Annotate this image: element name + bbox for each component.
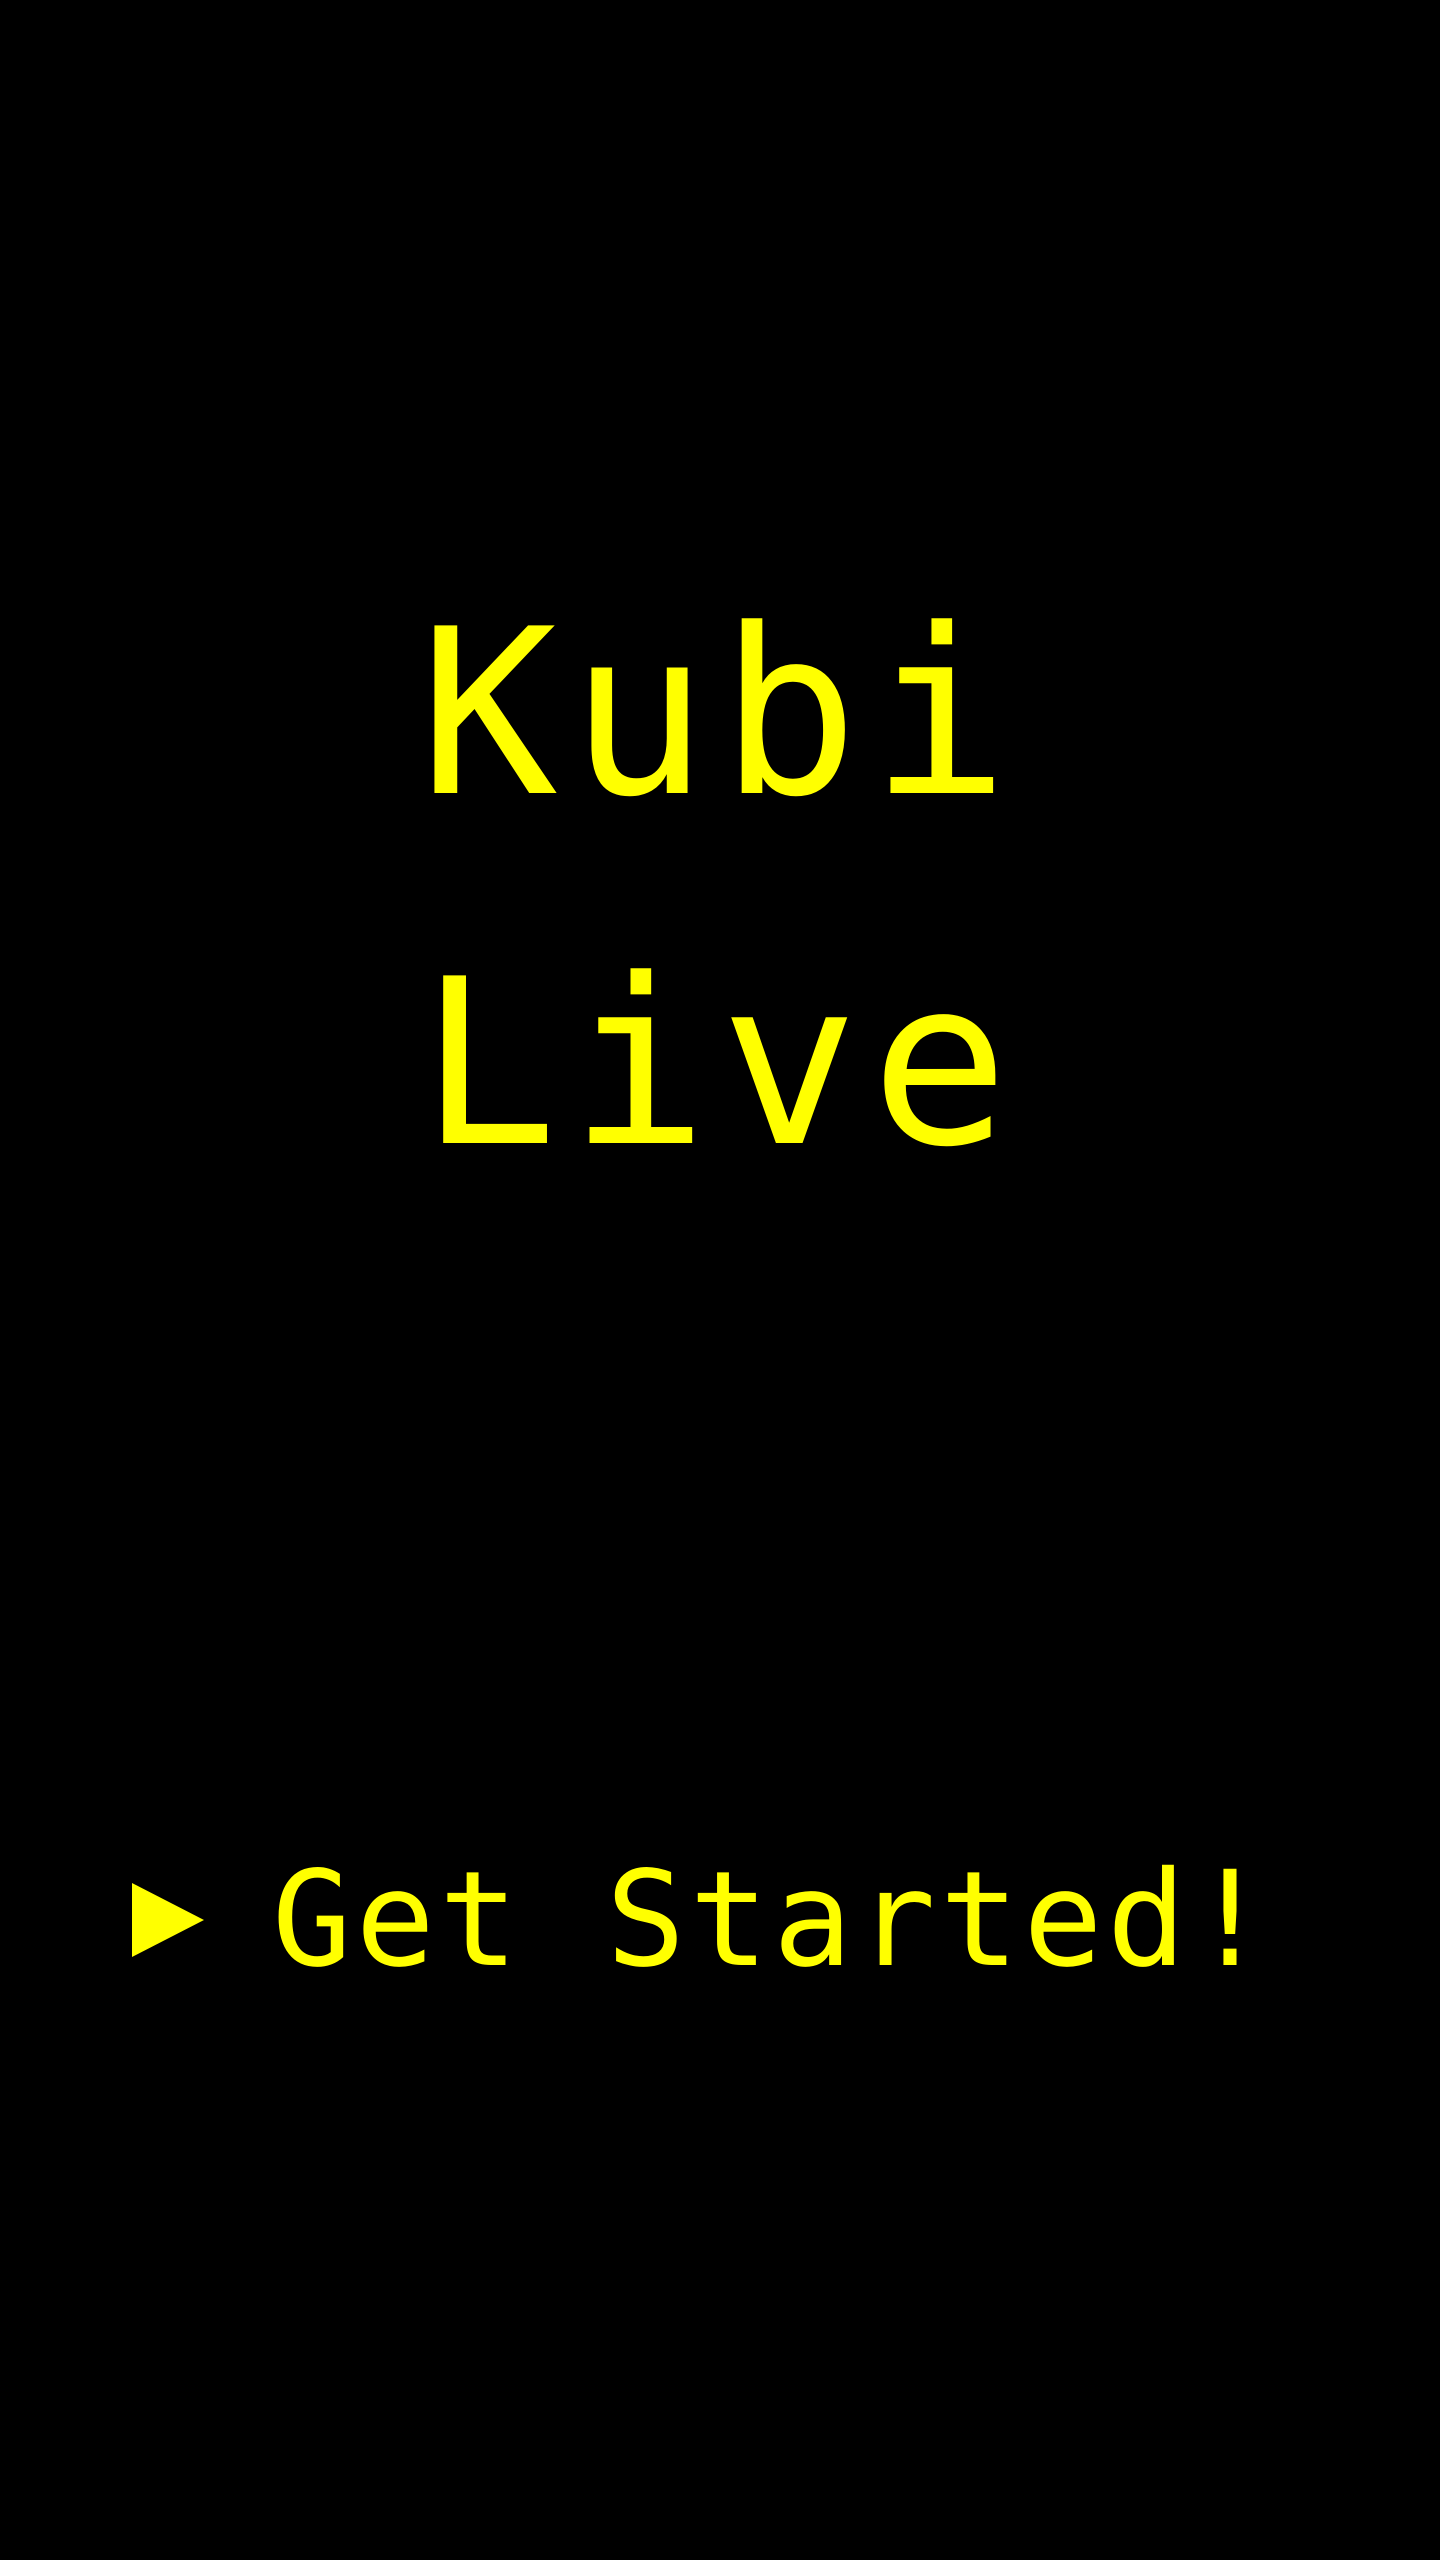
play-arrow-icon [132,1883,204,1957]
get-started-label: Get Started! [272,1843,1274,1997]
splash-screen: Kubi Live Get Started! [0,0,1440,2560]
app-title: Kubi Live [0,540,1440,1240]
app-title-line-2: Live [419,931,1021,1198]
get-started-button[interactable]: Get Started! [120,1850,1270,1990]
app-title-line-1: Kubi [419,581,1021,848]
